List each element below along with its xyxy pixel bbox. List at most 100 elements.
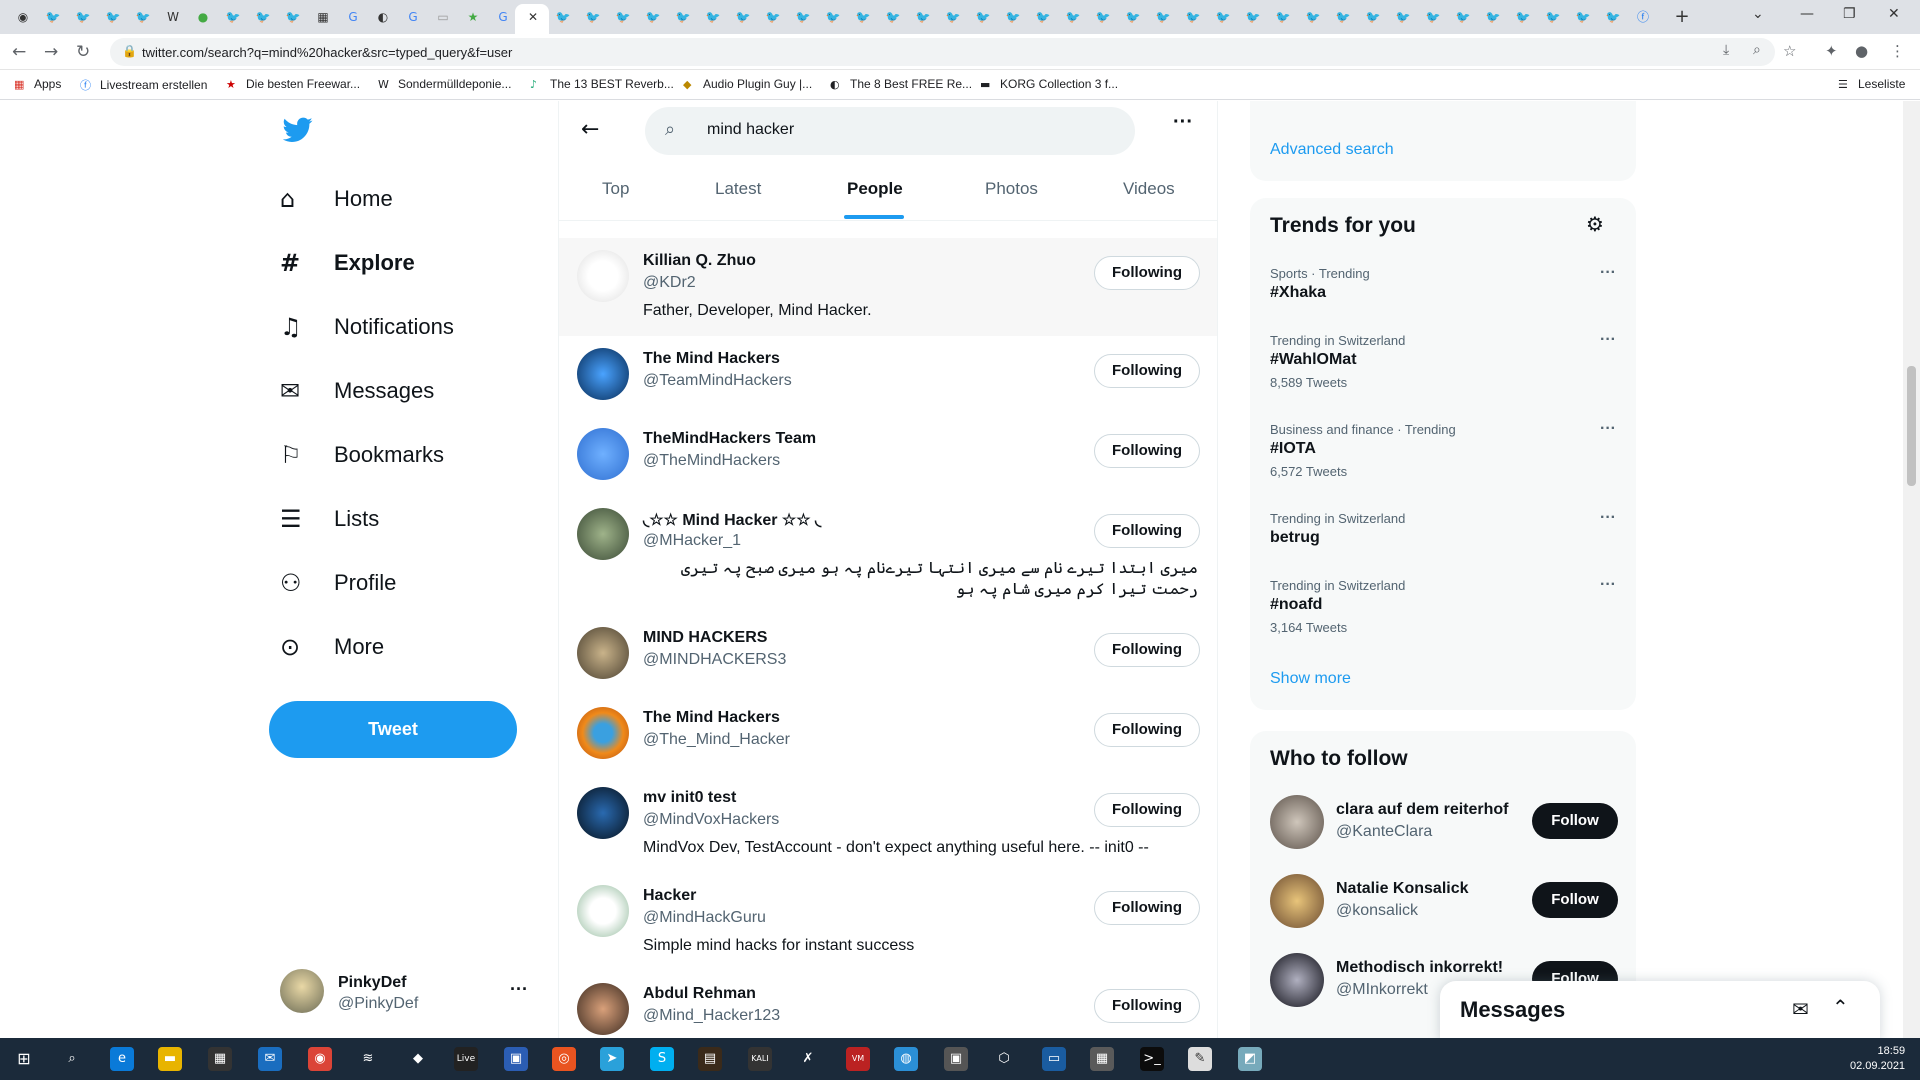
suggested-user-name[interactable]: Natalie Konsalick [1336, 880, 1469, 898]
twitter-tab-icon[interactable]: 🐦 [884, 8, 902, 26]
taskbar-clock[interactable]: 18:59 02.09.2021 [1850, 1044, 1905, 1074]
trend-more-icon[interactable]: ··· [1600, 264, 1616, 282]
app-icon[interactable]: ≋ [356, 1047, 380, 1071]
expand-up-icon[interactable]: ⌃ [1832, 995, 1849, 1019]
reading-list[interactable]: ☰ Leseliste [1838, 77, 1905, 91]
url-text[interactable]: twitter.com/search?q=mind%20hacker&src=t… [142, 45, 512, 60]
chrome-menu-icon[interactable]: ⋮ [1890, 42, 1905, 60]
account-switcher[interactable]: PinkyDef @PinkyDef ··· [280, 969, 540, 1025]
nav-profile[interactable]: ⚇ Profile [280, 563, 396, 603]
minimize-icon[interactable]: — [1800, 6, 1814, 22]
calculator-icon[interactable]: ▦ [1090, 1047, 1114, 1071]
twitter-tab-icon[interactable]: 🐦 [794, 8, 812, 26]
trend-more-icon[interactable]: ··· [1600, 509, 1616, 527]
advanced-search-link[interactable]: Advanced search [1270, 141, 1394, 159]
twitter-tab-icon[interactable]: 🐦 [914, 8, 932, 26]
user-row[interactable]: The Mind Hackers @TeamMindHackers Follow… [559, 336, 1217, 416]
notepad-icon[interactable]: ✎ [1188, 1047, 1212, 1071]
wikipedia-tab-icon[interactable]: W [164, 8, 182, 26]
green-tab-icon[interactable]: ● [194, 8, 212, 26]
twitter-tab-icon[interactable]: 🐦 [1094, 8, 1112, 26]
mail-icon[interactable]: ✉ [258, 1047, 282, 1071]
twitter-tab-icon[interactable]: 🐦 [1604, 8, 1622, 26]
twitter-tab-icon[interactable]: 🐦 [1304, 8, 1322, 26]
windows-start-icon[interactable]: ⊞ [12, 1047, 36, 1071]
user-name[interactable]: Hacker [643, 887, 696, 905]
nav-more[interactable]: ⊙ More [280, 627, 384, 667]
user-row[interactable]: ◟☆☆ Mind Hacker ☆☆ ◟ @MHacker_1 میری ابت… [559, 496, 1217, 615]
twitter-tab-icon[interactable]: 🐦 [1244, 8, 1262, 26]
google-tab-icon[interactable]: G [344, 8, 362, 26]
new-tab-icon[interactable]: + [1673, 8, 1691, 26]
user-name[interactable]: The Mind Hackers [643, 709, 780, 727]
following-button[interactable]: Following [1094, 354, 1200, 388]
bookmark-star-icon[interactable]: ☆ [1783, 42, 1796, 60]
twitter-tab-icon[interactable]: 🐦 [644, 8, 662, 26]
trend-item[interactable]: Sports · Trending #Xhaka ··· [1270, 264, 1620, 302]
following-button[interactable]: Following [1094, 891, 1200, 925]
film-tab-icon[interactable]: ▦ [314, 8, 332, 26]
twitter-tab-icon[interactable]: 🐦 [1034, 8, 1052, 26]
nav-lists[interactable]: ☰ Lists [280, 499, 379, 539]
google-tab-icon[interactable]: G [494, 8, 512, 26]
user-name[interactable]: Killian Q. Zhuo [643, 252, 756, 270]
telegram-icon[interactable]: ➤ [600, 1047, 624, 1071]
edge-icon[interactable]: e [110, 1047, 134, 1071]
close-tab-icon[interactable]: ✕ [524, 8, 542, 26]
twitter-tab-icon[interactable]: 🐦 [944, 8, 962, 26]
twitter-logo-icon[interactable] [283, 117, 313, 143]
zoom-icon[interactable]: ⌕ [1753, 42, 1761, 58]
user-name[interactable]: MIND HACKERS [643, 629, 767, 647]
twitter-tab-icon[interactable]: 🐦 [134, 8, 152, 26]
reload-icon[interactable]: ↻ [76, 42, 90, 62]
follow-button[interactable]: Follow [1532, 882, 1618, 918]
nav-home[interactable]: ⌂ Home [280, 179, 393, 219]
twitter-tab-icon[interactable]: 🐦 [1574, 8, 1592, 26]
facebook-tab-icon[interactable]: ⓕ [1634, 8, 1652, 26]
twitter-tab-icon[interactable]: 🐦 [704, 8, 722, 26]
account-more-icon[interactable]: ··· [510, 979, 528, 1000]
twitter-tab-icon[interactable]: 🐦 [1424, 8, 1442, 26]
chat-icon[interactable]: ◍ [894, 1047, 918, 1071]
user-row[interactable]: Hacker @MindHackGuru Simple mind hacks f… [559, 873, 1217, 971]
voicemeeter-icon[interactable]: VM [846, 1047, 870, 1071]
user-row[interactable]: MIND HACKERS @MINDHACKERS3 Following [559, 615, 1217, 695]
tab-latest[interactable]: Latest [715, 179, 761, 199]
window-close-icon[interactable]: ✕ [1888, 6, 1900, 22]
back-arrow-icon[interactable]: ← [12, 42, 26, 62]
twitter-tab-icon[interactable]: 🐦 [974, 8, 992, 26]
twitter-tab-icon[interactable]: 🐦 [824, 8, 842, 26]
new-message-icon[interactable]: ✉ [1792, 997, 1809, 1021]
user-name[interactable]: The Mind Hackers [643, 350, 780, 368]
lock-icon[interactable]: 🔒 [122, 44, 137, 58]
twitter-tab-icon[interactable]: 🐦 [1274, 8, 1292, 26]
trend-item[interactable]: Trending in Switzerland #noafd 3,164 Twe… [1270, 576, 1620, 635]
twitter-tab-icon[interactable]: 🐦 [1544, 8, 1562, 26]
cart-tab-icon[interactable]: ▭ [434, 8, 452, 26]
twitter-tab-icon[interactable]: 🐦 [584, 8, 602, 26]
photos-icon[interactable]: ▣ [944, 1047, 968, 1071]
trend-item[interactable]: Trending in Switzerland #WahlOMat 8,589 … [1270, 331, 1620, 390]
folder-app-icon[interactable]: ◩ [1238, 1047, 1262, 1071]
twitter-tab-icon[interactable]: 🐦 [554, 8, 572, 26]
following-button[interactable]: Following [1094, 793, 1200, 827]
twitter-tab-icon[interactable]: 🐦 [1364, 8, 1382, 26]
user-row[interactable]: TheMindHackers Team @TheMindHackers Foll… [559, 416, 1217, 496]
install-icon[interactable]: ⤓ [1723, 42, 1729, 58]
calculator-app-icon[interactable]: ▤ [698, 1047, 722, 1071]
page-scrollbar[interactable] [1903, 101, 1920, 1038]
twitter-tab-icon[interactable]: 🐦 [224, 8, 242, 26]
twitter-tab-icon[interactable]: 🐦 [104, 8, 122, 26]
search-input[interactable]: ⌕ mind hacker [645, 107, 1135, 155]
user-name[interactable]: mv init0 test [643, 789, 736, 807]
user-row[interactable]: Abdul Rehman @Mind_Hacker123 Following [559, 971, 1217, 1038]
omnibox[interactable]: 🔒 twitter.com/search?q=mind%20hacker&src… [110, 38, 1775, 66]
search-query[interactable]: mind hacker [707, 121, 794, 139]
following-button[interactable]: Following [1094, 434, 1200, 468]
trend-item[interactable]: Trending in Switzerland betrug ··· [1270, 509, 1620, 547]
tab-people[interactable]: People [847, 179, 903, 199]
following-button[interactable]: Following [1094, 989, 1200, 1023]
twitter-tab-icon[interactable]: 🐦 [764, 8, 782, 26]
chrome-icon[interactable]: ◉ [308, 1047, 332, 1071]
twitter-tab-icon[interactable]: 🐦 [854, 8, 872, 26]
